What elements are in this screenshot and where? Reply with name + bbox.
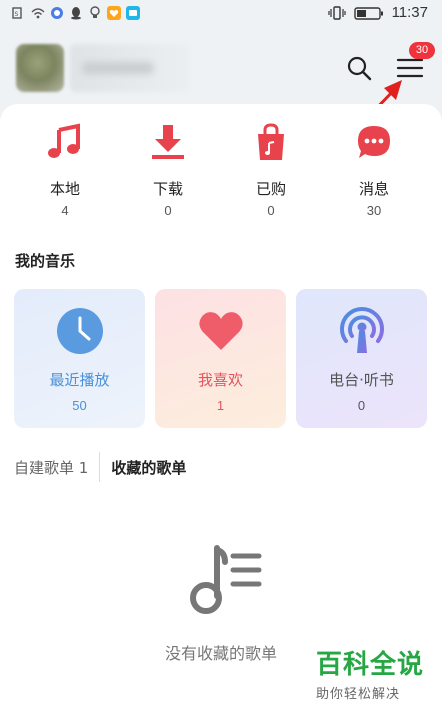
watermark-title: 百科全说 [316, 650, 425, 680]
message-icon [51, 7, 63, 19]
qq-icon [71, 7, 81, 20]
playlist-music-icon [190, 545, 262, 614]
card-label: 我喜欢 [197, 371, 243, 389]
battery-icon [353, 6, 383, 20]
card-count: 1 [216, 398, 225, 413]
quick-item-local[interactable]: 本地 4 [25, 122, 105, 218]
status-time: 11:37 [391, 4, 428, 21]
status-bar: S 11:37 [0, 0, 442, 30]
watermark-subtitle: 助你轻松解决 [316, 687, 401, 702]
quick-count: 0 [164, 203, 172, 218]
heart-icon [198, 312, 243, 350]
menu-badge: 30 [409, 42, 435, 59]
music-note-icon [48, 123, 80, 158]
username-blurred[interactable] [70, 44, 190, 92]
quick-label: 下载 [152, 180, 183, 198]
card-favorites[interactable]: 我喜欢 1 [155, 289, 286, 428]
quick-label: 已购 [255, 180, 286, 198]
main-panel: 本地 4 下载 0 已购 0 消息 30 我的音乐 最近播放 50 我喜欢 1 … [0, 104, 442, 706]
svg-text:S: S [15, 11, 19, 18]
section-title-my-music: 我的音乐 [15, 252, 76, 270]
tab-divider [99, 452, 101, 482]
card-label: 最近播放 [49, 371, 110, 389]
clock-icon [56, 308, 103, 354]
card-count: 0 [357, 398, 366, 413]
card-recent-play[interactable]: 最近播放 50 [14, 289, 145, 428]
download-icon [152, 125, 184, 159]
card-radio-audiobook[interactable]: 电台·听书 0 [296, 289, 427, 428]
shopping-bag-icon [258, 123, 284, 160]
status-icons-right: 11:37 [327, 4, 428, 21]
quick-item-messages[interactable]: 消息 30 [334, 122, 414, 218]
wifi-icon [31, 8, 45, 19]
bulb-icon [90, 6, 100, 18]
card-count: 50 [72, 398, 87, 413]
quick-label: 本地 [49, 180, 80, 198]
quick-count: 30 [366, 203, 382, 218]
radio-icon [339, 307, 384, 353]
vibrate-icon [327, 5, 346, 20]
quick-count: 4 [61, 203, 69, 218]
quick-item-download[interactable]: 下载 0 [128, 122, 208, 218]
card-label: 电台·听书 [329, 371, 394, 389]
quick-actions: 本地 4 下载 0 已购 0 消息 30 [0, 122, 442, 222]
status-icons-left: S [12, 6, 140, 20]
avatar[interactable] [16, 44, 64, 92]
search-icon[interactable] [345, 54, 373, 82]
tv-app-icon [126, 6, 140, 20]
watermark: 百科全说 助你轻松解决 [316, 644, 436, 704]
quick-label: 消息 [358, 180, 389, 198]
quick-count: 0 [267, 203, 275, 218]
quick-item-purchased[interactable]: 已购 0 [231, 122, 311, 218]
tab-collected-playlists[interactable]: 收藏的歌单 [111, 457, 186, 478]
header: 30 [0, 30, 442, 104]
playlist-tabs: 自建歌单 1 收藏的歌单 [14, 452, 186, 482]
tab-created-playlists[interactable]: 自建歌单 1 [14, 457, 88, 478]
message-bubble-icon [358, 126, 390, 158]
heart-app-icon [107, 6, 121, 20]
sim-icon: S [12, 7, 22, 19]
